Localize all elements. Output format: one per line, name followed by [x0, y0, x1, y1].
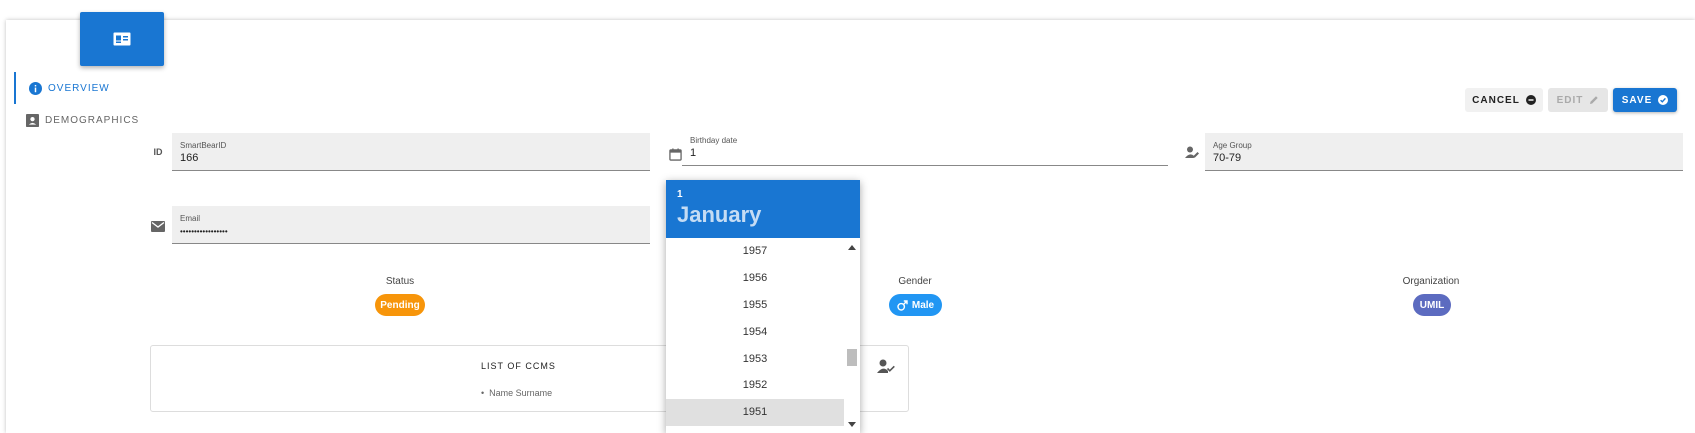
ccms-item-name: Name Surname [489, 388, 553, 398]
organization-badge: UMIL [1413, 294, 1451, 316]
save-label: SAVE [1621, 94, 1653, 106]
year-option[interactable]: 1955 [666, 292, 860, 319]
nav-item-label: DEMOGRAPHICS [45, 114, 140, 126]
male-icon [897, 299, 908, 311]
year-option-selected[interactable]: 1951 [666, 398, 860, 426]
email-field[interactable]: Email ••••••••••••••••• [172, 206, 650, 244]
pencil-icon [1590, 96, 1599, 104]
person-check-icon[interactable] [877, 359, 895, 379]
field-label: Age Group [1213, 141, 1252, 150]
field-value: 70-79 [1213, 152, 1242, 164]
field-label: Email [180, 214, 201, 223]
year-option[interactable]: 1956 [666, 265, 860, 292]
ccms-title: LIST OF CCMS [481, 361, 556, 371]
list-item: • Name Surname [481, 388, 553, 398]
date-picker[interactable]: 1 January 1957 1956 1955 1954 1953 1952 … [666, 180, 860, 433]
smartbear-id-field[interactable]: SmartBearID 166 [172, 133, 650, 171]
date-picker-header: 1 January [666, 180, 860, 238]
selected-day[interactable]: 1 [677, 189, 849, 200]
year-option[interactable]: 1957 [666, 238, 860, 265]
cancel-label: CANCEL [1472, 94, 1520, 106]
side-nav: OVERVIEW DEMOGRAPHICS [14, 72, 138, 136]
status-badge: Pending [375, 294, 425, 316]
year-option[interactable]: 1953 [666, 345, 860, 372]
gender-badge-text: Male [911, 299, 935, 311]
save-button[interactable]: SAVE [1613, 88, 1677, 112]
field-value: 1 [690, 147, 697, 159]
nav-item-label: OVERVIEW [48, 82, 110, 94]
contact-card-icon [26, 113, 39, 127]
status-label: Status [385, 276, 415, 287]
scroll-thumb[interactable] [847, 349, 857, 366]
age-group-field[interactable]: Age Group 70-79 [1205, 133, 1683, 171]
cancel-button[interactable]: CANCEL [1465, 88, 1543, 112]
header-icon-tile [80, 12, 164, 66]
field-label: Birthday date [690, 136, 738, 145]
edit-button[interactable]: EDIT [1548, 88, 1608, 112]
mail-icon [150, 218, 166, 234]
selected-month[interactable]: January [677, 202, 849, 228]
edit-label: EDIT [1556, 94, 1584, 106]
status-badge-text: Pending [380, 299, 420, 311]
contact-card-icon [113, 32, 131, 46]
gender-badge: Male [889, 294, 942, 316]
check-circle-icon [1658, 95, 1669, 105]
calendar-icon [667, 146, 683, 162]
year-list[interactable]: 1957 1956 1955 1954 1953 1952 1951 [666, 238, 860, 433]
field-value: 166 [180, 152, 199, 164]
year-list-scrollbar[interactable] [844, 238, 860, 433]
birthday-date-field[interactable]: Birthday date 1 [682, 128, 1168, 166]
organization-badge-text: UMIL [1419, 299, 1445, 311]
field-label: SmartBearID [180, 141, 227, 150]
nav-item-overview[interactable]: OVERVIEW [14, 72, 134, 104]
organization-label: Organization [1402, 276, 1460, 287]
scroll-down-arrow-icon[interactable] [848, 422, 856, 427]
gender-label: Gender [898, 276, 932, 287]
nav-item-demographics[interactable]: DEMOGRAPHICS [14, 104, 138, 136]
remove-circle-icon [1525, 95, 1536, 105]
person-edit-icon [1184, 144, 1200, 160]
year-option[interactable]: 1952 [666, 372, 860, 399]
scroll-up-arrow-icon[interactable] [848, 245, 856, 250]
info-icon [28, 81, 42, 95]
field-value: ••••••••••••••••• [180, 227, 228, 236]
id-icon: ID [153, 147, 163, 157]
year-option[interactable]: 1954 [666, 318, 860, 345]
